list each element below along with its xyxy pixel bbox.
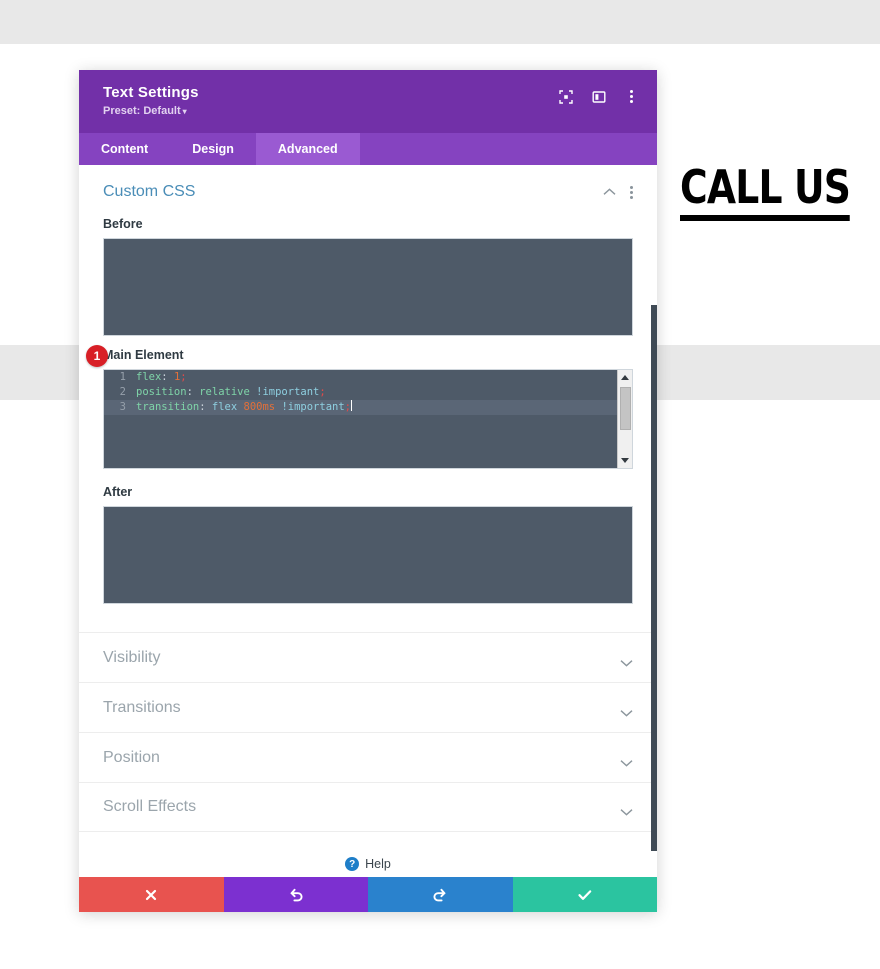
chevron-up-icon[interactable]: [603, 188, 616, 196]
call-us-heading: CALL US: [680, 164, 851, 221]
chevron-down-icon[interactable]: [620, 654, 633, 667]
code-text: transition: flex 800ms !important;: [136, 400, 352, 413]
line-number: 3: [119, 401, 126, 413]
scrollbar-thumb[interactable]: [619, 387, 631, 430]
section-title: Custom CSS: [103, 183, 196, 200]
code-line: 1 flex: 1;: [104, 370, 632, 385]
line-number: 2: [119, 386, 126, 398]
help-link[interactable]: Help: [365, 857, 391, 871]
chevron-down-icon[interactable]: [620, 704, 633, 717]
field-after: After: [79, 469, 657, 604]
section-label: Scroll Effects: [103, 798, 197, 815]
preset-label: Preset: Default: [103, 105, 181, 117]
dot: [630, 185, 633, 189]
modal-header-actions: [558, 89, 639, 104]
code-text: position: relative !important;: [136, 386, 326, 398]
field-main-element: Main Element 1 1 flex: 1; 2 position: relat…: [79, 336, 657, 469]
main-element-code-editor[interactable]: 1 flex: 1; 2 position: relative !important;…: [103, 369, 633, 469]
undo-button[interactable]: [223, 877, 368, 912]
help-icon[interactable]: ?: [345, 857, 360, 871]
dot: [630, 190, 633, 194]
field-before: Before: [79, 207, 657, 336]
help-row: ? Help: [79, 851, 657, 877]
step-badge-1: 1: [86, 345, 108, 367]
code-lines: 1 flex: 1; 2 position: relative !important;…: [104, 370, 632, 415]
field-label-after: After: [103, 485, 133, 499]
text-cursor: [350, 400, 352, 411]
scroll-down-arrow-icon[interactable]: [617, 453, 632, 468]
code-text: flex: 1;: [136, 371, 187, 383]
editor-scrollbar[interactable]: [617, 370, 632, 468]
collapsed-sections: Visibility Transitions Position Scroll E…: [79, 632, 657, 832]
modal-scroll-content: Custom CSS Before Main Element 1 1 flex:…: [79, 165, 657, 851]
chevron-down-icon[interactable]: [620, 754, 633, 767]
modal-tabs: Content Design Advanced: [79, 133, 657, 165]
section-label: Transitions: [103, 698, 181, 716]
section-visibility[interactable]: Visibility: [79, 632, 657, 682]
more-options-icon[interactable]: [624, 89, 639, 104]
preset-selector[interactable]: Preset: Default ▾: [103, 105, 635, 117]
chevron-down-icon[interactable]: [620, 803, 633, 816]
after-css-textarea[interactable]: [103, 506, 633, 604]
code-line: 3 transition: flex 800ms !important;: [104, 400, 632, 415]
modal-footer-actions: [79, 877, 657, 912]
modal-scrollbar[interactable]: [651, 305, 657, 851]
dot: [630, 195, 633, 199]
page-band-top: [0, 0, 880, 44]
field-label-main-element: Main Element: [103, 348, 184, 362]
line-number: 1: [119, 371, 126, 383]
scroll-up-arrow-icon[interactable]: [617, 370, 632, 385]
section-label: Visibility: [103, 648, 161, 666]
section-label: Position: [103, 748, 160, 766]
code-line: 2 position: relative !important;: [104, 385, 632, 400]
text-settings-modal: Text Settings Preset: Default ▾ Content …: [79, 70, 657, 912]
dot: [630, 100, 633, 103]
save-button[interactable]: [512, 877, 657, 912]
dot: [630, 90, 633, 93]
modal-body: Custom CSS Before Main Element 1 1 flex:…: [79, 165, 657, 851]
section-transitions[interactable]: Transitions: [79, 682, 657, 732]
tab-advanced[interactable]: Advanced: [255, 133, 360, 165]
modal-header: Text Settings Preset: Default ▾: [79, 70, 657, 133]
focus-target-icon[interactable]: [558, 89, 573, 104]
section-options-icon[interactable]: [630, 185, 633, 199]
redo-button[interactable]: [368, 877, 513, 912]
tab-content[interactable]: Content: [79, 133, 170, 165]
before-css-textarea[interactable]: [103, 238, 633, 336]
chevron-down-icon: ▾: [182, 107, 187, 116]
section-position[interactable]: Position: [79, 732, 657, 782]
dot: [630, 95, 633, 98]
section-custom-css-header[interactable]: Custom CSS: [79, 165, 657, 207]
field-label-before: Before: [103, 217, 143, 231]
layout-panel-icon[interactable]: [591, 89, 606, 104]
cancel-button[interactable]: [79, 877, 224, 912]
page-title: Text Settings: [103, 84, 199, 101]
tab-design[interactable]: Design: [170, 133, 256, 165]
section-scroll-effects[interactable]: Scroll Effects: [79, 782, 657, 832]
